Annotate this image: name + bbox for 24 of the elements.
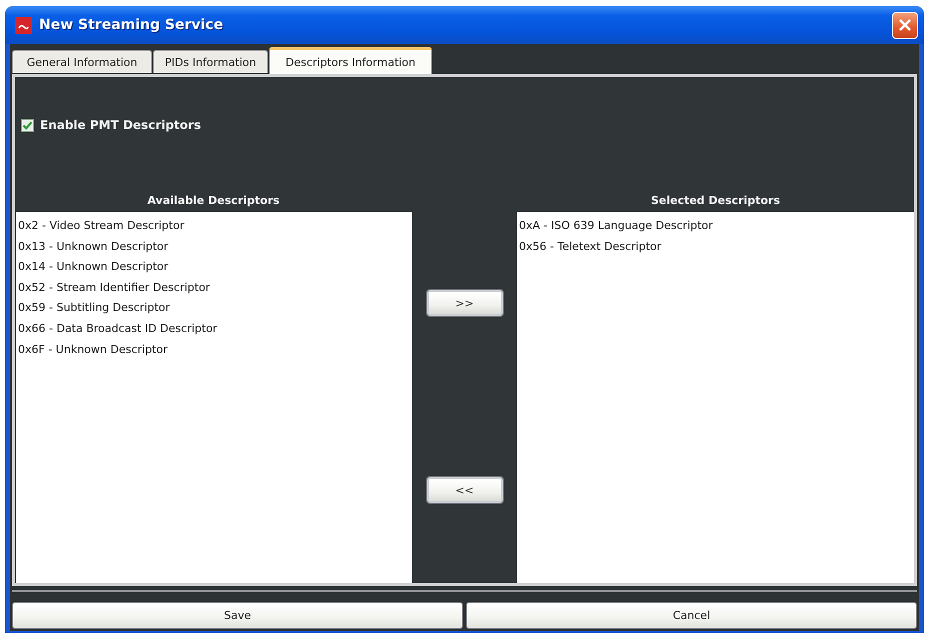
- close-button[interactable]: [892, 12, 918, 38]
- save-button[interactable]: Save: [12, 602, 463, 629]
- tab[interactable]: General Information: [12, 50, 152, 73]
- list-item[interactable]: 0x56 - Teletext Descriptor: [517, 236, 664, 258]
- tab[interactable]: Descriptors Information: [269, 47, 432, 74]
- list-item[interactable]: 0x2 - Video Stream Descriptor: [16, 216, 186, 237]
- list-item[interactable]: 0x14 - Unknown Descriptor: [16, 257, 170, 278]
- list-item[interactable]: 0x52 - Stream Identifier Descriptor: [16, 278, 212, 298]
- tab[interactable]: PIDs Information: [153, 50, 268, 73]
- list-item[interactable]: 0x66 - Data Broadcast ID Descriptor: [16, 318, 220, 340]
- cancel-button[interactable]: Cancel: [466, 602, 917, 629]
- checkbox-label: Enable PMT Descriptors: [40, 118, 201, 132]
- window-title: New Streaming Service: [39, 17, 224, 33]
- remove-button[interactable]: <<: [426, 477, 502, 503]
- checkbox[interactable]: [21, 118, 34, 132]
- list-item[interactable]: 0x59 - Subtitling Descriptor: [16, 298, 172, 319]
- list-item[interactable]: 0x13 - Unknown Descriptor: [16, 236, 170, 258]
- list-item[interactable]: 0x6F - Unknown Descriptor: [16, 340, 170, 360]
- list-header: Available Descriptors: [147, 194, 280, 207]
- app-icon: [15, 16, 32, 34]
- list-item[interactable]: 0xA - ISO 639 Language Descriptor: [517, 216, 715, 237]
- close-icon: [898, 18, 912, 32]
- add-button[interactable]: >>: [426, 290, 502, 316]
- list-header: Selected Descriptors: [650, 194, 780, 207]
